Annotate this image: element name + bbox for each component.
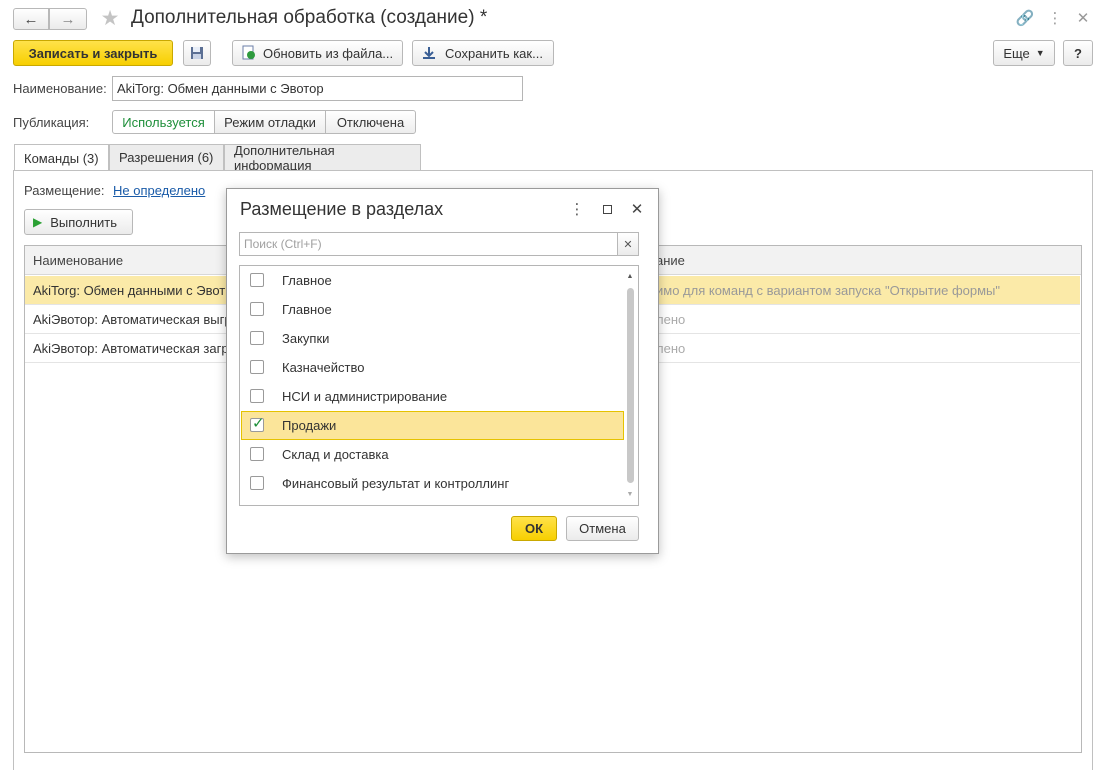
download-icon [423,47,435,59]
help-button[interactable]: ? [1063,40,1093,66]
list-item[interactable]: НСИ и администрирование [241,382,624,411]
name-field[interactable]: AkiTorg: Обмен данными с Эвотор [112,76,523,101]
search-placeholder: Поиск (Ctrl+F) [244,237,322,251]
checkbox[interactable] [250,476,264,490]
placement-label: Размещение: [24,183,105,198]
publication-label: Публикация: [13,115,90,130]
close-icon[interactable]: ✕ [628,199,646,219]
list-item-label: Продажи [282,418,337,433]
row-name: AkiЭвотор: Автоматическая загр [33,341,229,356]
tab-commands[interactable]: Команды (3) [14,144,109,171]
checkbox[interactable] [250,302,264,316]
cancel-button[interactable]: Отмена [566,516,639,541]
tab-additional-info[interactable]: Дополнительная информация [224,143,421,173]
window-title: Дополнительная обработка (создание) * [131,7,488,28]
checkbox[interactable] [250,331,264,345]
refresh-file-icon [242,45,255,60]
scrollbar-thumb[interactable] [627,288,634,483]
publication-option-used[interactable]: Используется [112,110,215,134]
row-extra: имо для команд с вариантом запуска "Откр… [656,283,1001,298]
list-item-label: Финансовый результат и контроллинг [282,476,510,491]
back-button[interactable]: ← [13,8,49,30]
publication-option-debug[interactable]: Режим отладки [214,110,326,134]
chevron-down-icon: ▼ [1035,48,1045,58]
row-name: AkiЭвотор: Автоматическая выгр [33,312,232,327]
update-from-file-button[interactable]: Обновить из файла... [232,40,403,66]
play-icon: ▶ [33,215,43,229]
list-item[interactable]: Закупки [241,324,624,353]
list-item[interactable]: Финансовый результат и контроллинг [241,469,624,498]
run-label: Выполнить [50,214,117,230]
ok-button[interactable]: ОК [511,516,557,541]
checkbox-checked[interactable]: ✓ [250,415,265,432]
list-item-selected[interactable]: ✓ Продажи [241,411,624,440]
name-label: Наименование: [13,81,107,96]
placement-link[interactable]: Не определено [113,183,205,198]
column-header-extra[interactable]: ание [656,253,685,268]
tab-permissions[interactable]: Разрешения (6) [109,144,224,170]
save-as-label: Сохранить как... [445,45,543,61]
list-item-label: Главное [282,302,332,317]
check-icon: ✓ [252,415,265,432]
column-header-name[interactable]: Наименование [33,253,123,268]
list-item-label: Казначейство [282,360,365,375]
save-as-button[interactable]: Сохранить как... [412,40,554,66]
checkbox[interactable] [250,273,264,287]
arrow-right-icon: → [60,10,76,28]
row-extra: лено [656,312,686,327]
floppy-icon [191,47,203,59]
list-item[interactable]: Склад и доставка [241,440,624,469]
scroll-down-icon[interactable]: ▼ [625,488,635,500]
star-icon[interactable]: ★ [98,6,122,30]
clear-icon: ✕ [623,238,633,251]
publication-option-disabled[interactable]: Отключена [325,110,416,134]
row-name: AkiTorg: Обмен данными с Эвот [33,283,226,298]
arrow-left-icon: ← [23,10,39,28]
list-item-label: НСИ и администрирование [282,389,448,404]
more-vertical-icon[interactable]: ⋮ [570,200,585,218]
maximize-icon[interactable] [598,200,616,218]
more-button[interactable]: Еще ▼ [993,40,1055,66]
run-button[interactable]: ▶ Выполнить [24,209,133,235]
list-item-label: Закупки [282,331,330,346]
list-item[interactable]: Казначейство [241,353,624,382]
list-item-label: Склад и доставка [282,447,389,462]
more-label: Еще [1003,45,1030,61]
search-clear-button[interactable]: ✕ [617,232,639,256]
forward-button[interactable]: → [49,8,87,30]
checkbox[interactable] [250,447,264,461]
checkbox[interactable] [250,360,264,374]
scroll-up-icon[interactable]: ▲ [625,270,635,282]
list-item[interactable]: Главное [241,295,624,324]
link-icon[interactable]: 🔗 [1015,8,1035,28]
list-item[interactable]: Главное [241,266,624,295]
close-icon[interactable]: ✕ [1074,8,1092,28]
dialog-title: Размещение в разделах [240,199,444,219]
list-item-label: Главное [282,273,332,288]
row-extra: лено [656,341,686,356]
update-from-file-label: Обновить из файла... [263,45,394,61]
save-close-button[interactable]: Записать и закрыть [13,40,173,66]
search-input[interactable]: Поиск (Ctrl+F) [239,232,618,256]
save-button[interactable] [183,40,211,66]
more-vertical-icon[interactable]: ⋮ [1048,8,1063,28]
checkbox[interactable] [250,389,264,403]
